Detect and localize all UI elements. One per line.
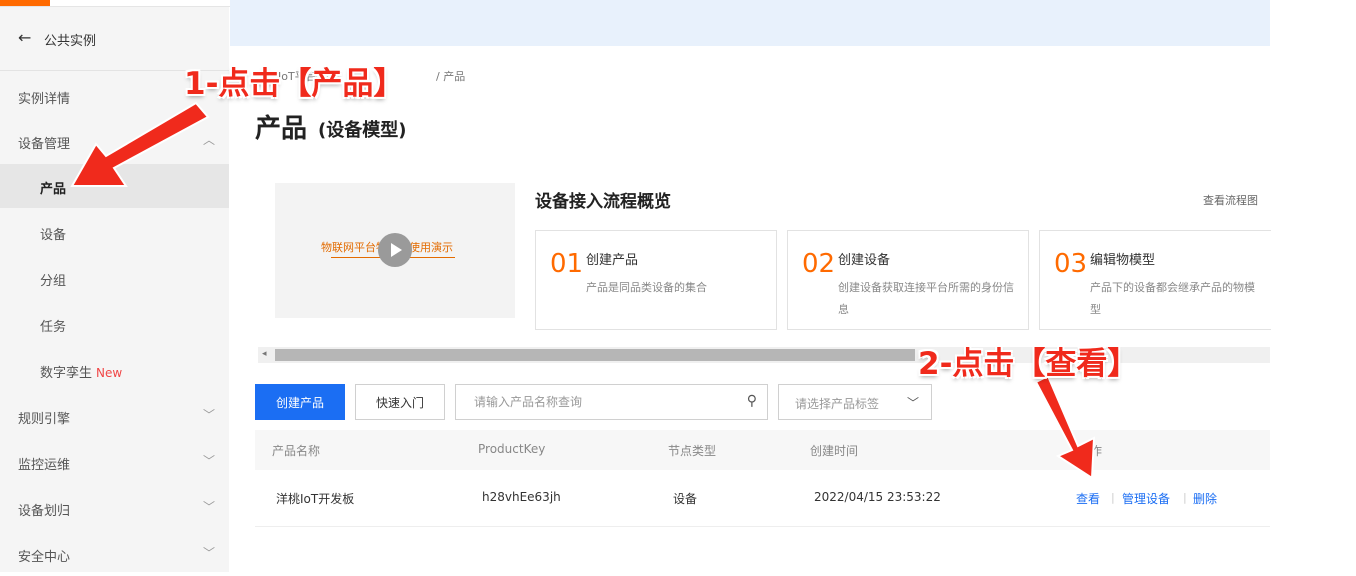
column-header-created: 创建时间 <box>810 444 859 458</box>
sidebar-item-label: 任务 <box>40 320 67 335</box>
scroll-left-icon[interactable]: ◂ <box>262 349 267 359</box>
sidebar-item-label: 产品 <box>40 182 67 197</box>
sidebar-item-label: 数字孪生 <box>40 366 93 381</box>
back-label: 公共实例 <box>44 34 97 49</box>
annotation-step-2: 2-点击【查看】 <box>918 346 1139 382</box>
sidebar-item-monitoring[interactable]: 监控运维 ﹀ <box>0 440 229 484</box>
page-subtitle: (设备模型) <box>318 120 407 141</box>
step-create-device: 02 创建设备 创建设备获取连接平台所需的身份信息 <box>787 230 1029 330</box>
column-header-node-type: 节点类型 <box>668 444 717 458</box>
delete-link[interactable]: 删除 <box>1193 490 1217 507</box>
chevron-down-icon: ﹀ <box>202 500 215 514</box>
step-title: 创建设备 <box>838 253 891 268</box>
cell-node-type: 设备 <box>673 492 698 506</box>
step-create-product: 01 创建产品 产品是同品类设备的集合 <box>535 230 777 330</box>
cell-created-time: 2022/04/15 23:53:22 <box>814 490 941 504</box>
new-badge: New <box>96 366 123 380</box>
chevron-down-icon: ﹀ <box>202 454 215 468</box>
sidebar-item-label: 分组 <box>40 274 67 289</box>
annotation-step-1: 1-点击【产品】 <box>184 66 405 102</box>
sidebar-item-label: 实例详情 <box>18 92 71 107</box>
step-description: 产品下的设备都会继承产品的物模型 <box>1090 281 1255 316</box>
chevron-up-icon: ︿ <box>202 133 215 147</box>
product-search: ⚲ <box>455 384 768 420</box>
sidebar-item-label: 设备划归 <box>18 504 71 519</box>
sidebar-item-label: 安全中心 <box>18 550 71 565</box>
sidebar-item-tasks[interactable]: 任务 <box>0 302 229 346</box>
search-input[interactable] <box>472 394 726 410</box>
sidebar-item-digital-twin[interactable]: 数字孪生 New <box>0 348 229 392</box>
cell-product-key: h28vhEe63jh <box>482 490 561 504</box>
tag-placeholder: 请选择产品标签 <box>795 397 880 411</box>
sidebar-item-device-management[interactable]: 设备管理 ︿ <box>0 119 229 163</box>
step-number: 03 <box>1054 249 1088 279</box>
view-link[interactable]: 查看 <box>1076 490 1100 507</box>
back-to-instances[interactable]: ← 公共实例 <box>0 16 229 62</box>
column-header-name: 产品名称 <box>272 444 321 458</box>
sidebar-item-devices[interactable]: 设备 <box>0 210 229 254</box>
top-banner <box>230 0 1270 46</box>
sidebar-item-label: 监控运维 <box>18 458 71 473</box>
table-row <box>255 470 1270 527</box>
action-separator: | <box>1183 491 1187 504</box>
back-arrow-icon: ← <box>18 28 32 47</box>
flow-title: 设备接入流程概览 <box>535 192 671 212</box>
sidebar-item-label: 设备管理 <box>18 137 71 152</box>
sidebar-item-rule-engine[interactable]: 规则引擎 ﹀ <box>0 394 229 438</box>
create-product-button[interactable]: 创建产品 <box>255 384 345 420</box>
step-title: 创建产品 <box>586 253 639 268</box>
product-tag-select[interactable]: 请选择产品标签 ﹀ <box>778 384 932 420</box>
view-flowchart-link[interactable]: 查看流程图 <box>1203 192 1258 208</box>
sidebar-item-products[interactable]: 产品 <box>0 164 229 208</box>
quick-start-button[interactable]: 快速入门 <box>355 384 445 420</box>
action-separator: | <box>1111 491 1115 504</box>
page-title: 产品 <box>255 114 308 144</box>
demo-video[interactable]: 物联网平台物模型使用演示 <box>275 183 515 318</box>
play-icon[interactable] <box>378 233 412 267</box>
step-title: 编辑物模型 <box>1090 253 1156 268</box>
column-header-productkey: ProductKey <box>478 442 546 456</box>
sidebar-item-device-assignment[interactable]: 设备划归 ﹀ <box>0 486 229 530</box>
step-description: 创建设备获取连接平台所需的身份信息 <box>838 281 1014 316</box>
table-header <box>255 430 1270 470</box>
sidebar-item-groups[interactable]: 分组 <box>0 256 229 300</box>
sidebar-item-label: 规则引擎 <box>18 412 71 427</box>
step-description: 产品是同品类设备的集合 <box>586 281 707 294</box>
step-number: 02 <box>802 249 836 279</box>
chevron-down-icon: ﹀ <box>202 546 215 560</box>
step-number: 01 <box>550 249 584 279</box>
step-edit-thing-model: 03 编辑物模型 产品下的设备都会继承产品的物模型 <box>1039 230 1271 330</box>
cell-product-name: 洋桃IoT开发板 <box>276 492 355 506</box>
scrollbar-thumb[interactable] <box>275 349 915 361</box>
manage-devices-link[interactable]: 管理设备 <box>1122 490 1170 507</box>
column-header-actions: 操作 <box>1078 444 1103 458</box>
search-icon[interactable]: ⚲ <box>747 393 757 409</box>
sidebar-item-security-center[interactable]: 安全中心 ﹀ <box>0 532 229 576</box>
breadcrumb-current: / 产品 <box>436 70 466 83</box>
chevron-down-icon: ﹀ <box>906 396 919 410</box>
chevron-down-icon: ﹀ <box>202 408 215 422</box>
sidebar-item-label: 设备 <box>40 228 67 243</box>
